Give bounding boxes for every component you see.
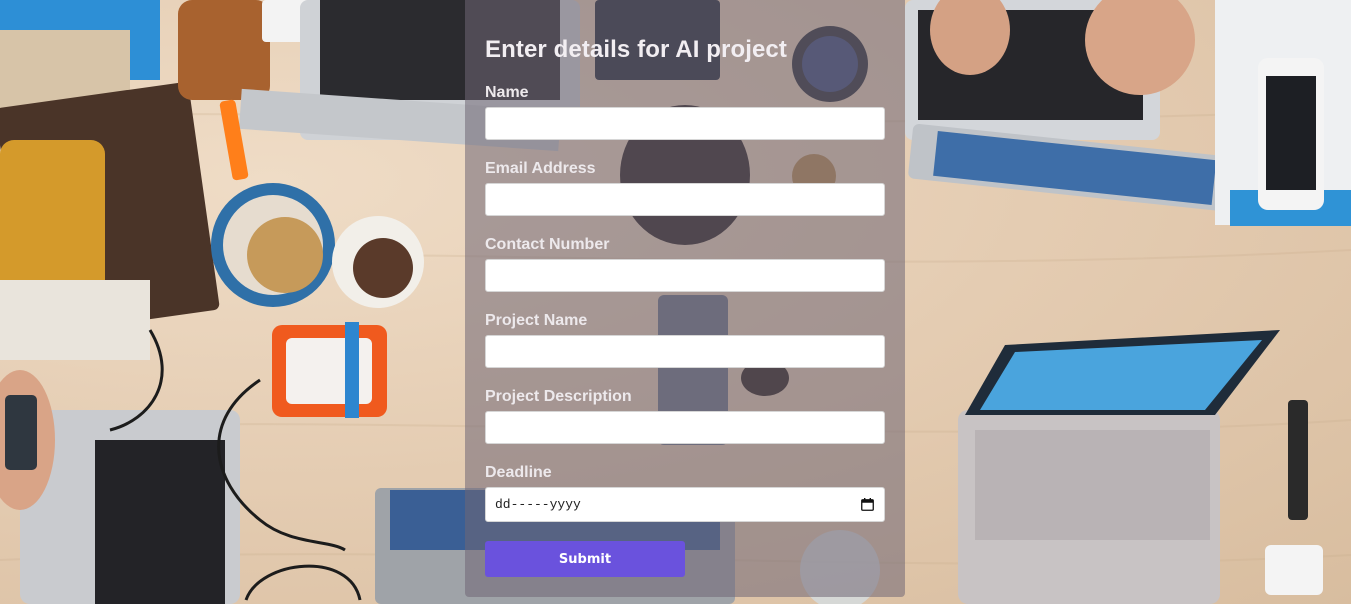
submit-button[interactable]: Submit <box>485 541 685 577</box>
project-description-label: Project Description <box>485 388 632 405</box>
deadline-label: Deadline <box>485 464 552 481</box>
name-input[interactable] <box>485 107 885 140</box>
email-input[interactable] <box>485 183 885 216</box>
contact-number-label: Contact Number <box>485 236 610 253</box>
deadline-date-input[interactable]: dd-----yyyy <box>485 487 885 522</box>
project-name-label: Project Name <box>485 312 588 329</box>
form-title: Enter details for AI project <box>485 36 787 63</box>
project-description-input[interactable] <box>485 411 885 444</box>
project-name-input[interactable] <box>485 335 885 368</box>
contact-number-input[interactable] <box>485 259 885 292</box>
page: Enter details for AI project Name Email … <box>0 0 1351 604</box>
name-label: Name <box>485 84 529 101</box>
deadline-date-text[interactable]: dd-----yyyy <box>495 497 581 512</box>
calendar-icon[interactable] <box>861 498 874 511</box>
email-label: Email Address <box>485 160 596 177</box>
